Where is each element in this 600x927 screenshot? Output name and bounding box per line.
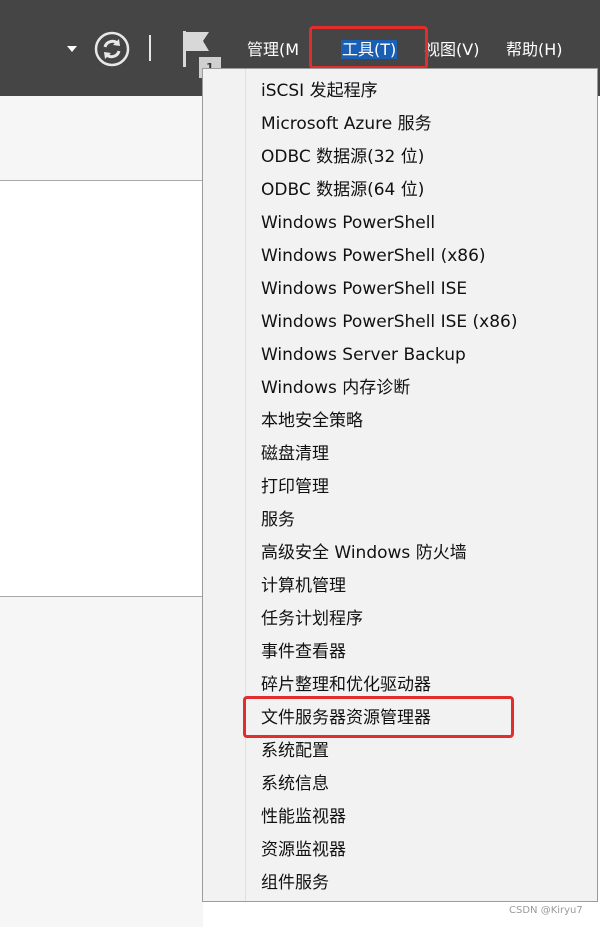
menu-item-odbc-32[interactable]: ODBC 数据源(32 位)	[261, 145, 424, 169]
header-strip	[0, 96, 203, 181]
menu-view[interactable]: 视图(V)	[424, 39, 479, 61]
annotation-box-fsrm	[243, 696, 514, 738]
menu-item-system-configuration[interactable]: 系统配置	[261, 739, 329, 763]
main-content-area	[0, 181, 203, 597]
menu-item-powershell-ise[interactable]: Windows PowerShell ISE	[261, 277, 467, 301]
menu-item-performance-monitor[interactable]: 性能监视器	[261, 805, 346, 829]
watermark: CSDN @Kiryu7	[509, 905, 583, 916]
menu-item-computer-management[interactable]: 计算机管理	[261, 574, 346, 598]
menu-item-odbc-64[interactable]: ODBC 数据源(64 位)	[261, 178, 424, 202]
chevron-down-icon[interactable]	[67, 46, 77, 52]
menu-item-memory-diagnostic[interactable]: Windows 内存诊断	[261, 376, 410, 400]
menu-icon-gutter	[203, 69, 246, 901]
refresh-icon[interactable]	[94, 31, 130, 67]
tools-dropdown-menu: iSCSI 发起程序 Microsoft Azure 服务 ODBC 数据源(3…	[202, 68, 598, 902]
menu-item-print-management[interactable]: 打印管理	[261, 475, 329, 499]
menu-item-powershell-x86[interactable]: Windows PowerShell (x86)	[261, 244, 486, 268]
toolbar-divider	[149, 35, 151, 61]
annotation-box-tools-menu	[309, 26, 428, 69]
menu-item-disk-cleanup[interactable]: 磁盘清理	[261, 442, 329, 466]
menu-item-defragment[interactable]: 碎片整理和优化驱动器	[261, 673, 431, 697]
menu-item-event-viewer[interactable]: 事件查看器	[261, 640, 346, 664]
menu-manage[interactable]: 管理(M	[247, 39, 299, 61]
menu-item-azure-services[interactable]: Microsoft Azure 服务	[261, 112, 432, 136]
menu-item-powershell[interactable]: Windows PowerShell	[261, 211, 435, 235]
menu-item-task-scheduler[interactable]: 任务计划程序	[261, 607, 363, 631]
menu-item-server-backup[interactable]: Windows Server Backup	[261, 343, 466, 367]
menu-item-system-information[interactable]: 系统信息	[261, 772, 329, 796]
lower-content-area	[0, 597, 203, 927]
menu-item-local-security-policy[interactable]: 本地安全策略	[261, 409, 363, 433]
menu-item-powershell-ise-x86[interactable]: Windows PowerShell ISE (x86)	[261, 310, 517, 334]
menu-help[interactable]: 帮助(H)	[506, 39, 563, 61]
menu-item-resource-monitor[interactable]: 资源监视器	[261, 838, 346, 862]
menu-item-services[interactable]: 服务	[261, 508, 295, 532]
menu-item-iscsi-initiator[interactable]: iSCSI 发起程序	[261, 79, 378, 103]
menu-item-component-services[interactable]: 组件服务	[261, 871, 329, 895]
menu-item-advanced-firewall[interactable]: 高级安全 Windows 防火墙	[261, 541, 467, 565]
